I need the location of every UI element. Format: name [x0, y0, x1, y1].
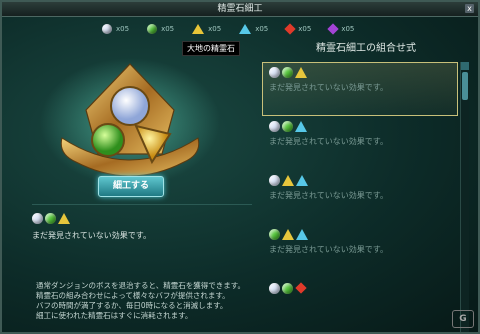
- green-gem-icon: [282, 67, 293, 78]
- gem-count-green-gem: x05: [147, 24, 174, 34]
- gem-count: x05: [116, 25, 130, 33]
- green-gem-icon: [269, 229, 280, 240]
- combination-item[interactable]: まだ発見されていない効果です。: [262, 224, 458, 278]
- yellow-gem-icon: [295, 67, 307, 78]
- combination-list[interactable]: まだ発見されていない効果です。 まだ発見されていない効果です。 まだ発見されていない…: [262, 62, 458, 332]
- scrollbar-thumb[interactable]: [462, 72, 468, 100]
- green-gem-icon: [147, 24, 158, 34]
- purple-gem-icon: [327, 23, 339, 35]
- title-bar: 精霊石細工 x: [2, 2, 478, 17]
- yellow-gem-icon: [192, 24, 205, 34]
- info-line: 通常ダンジョンのボスを退治すると、精霊石を獲得できます。: [36, 281, 245, 290]
- info-line: 精霊石の組み合わせによって様々なバフが提供されます。: [36, 291, 230, 300]
- combination-effect-text: まだ発見されていない効果です。: [269, 83, 388, 92]
- scroll-up-arrow-icon[interactable]: [461, 62, 469, 70]
- green-gem-icon: [282, 283, 293, 294]
- combination-item[interactable]: まだ発見されていない効果です。: [262, 170, 458, 224]
- gem-count-white-gem: x05: [102, 24, 129, 34]
- combination-effect-text: まだ発見されていない効果です。: [269, 137, 388, 146]
- combination-effect-text: まだ発見されていない効果です。: [269, 245, 388, 254]
- gem-count: x05: [255, 25, 269, 33]
- combination-icons: [269, 282, 451, 294]
- info-line: 細工に使われた精霊石はすぐに消耗されます。: [36, 311, 193, 320]
- current-effect-text: まだ発見されていない効果です。: [32, 231, 151, 240]
- window-title: 精霊石細工: [217, 4, 263, 14]
- combination-scrollbar[interactable]: [460, 62, 469, 332]
- info-text: 通常ダンジョンのボスを退治すると、精霊石を獲得できます。 精霊石の組み合わせによ…: [36, 281, 256, 321]
- blue-gem-icon: [295, 121, 307, 132]
- gem-count-blue-gem: x05: [239, 24, 268, 34]
- gem-count-yellow-gem: x05: [192, 24, 221, 34]
- red-gem-icon: [284, 23, 296, 35]
- white-gem-icon: [269, 175, 280, 186]
- combination-icons: [269, 175, 451, 186]
- yellow-gem-icon: [282, 229, 294, 240]
- green-gem-icon: [45, 213, 56, 224]
- gem-count-purple-gem: x05: [327, 23, 355, 35]
- gem-count: x05: [208, 25, 222, 33]
- combination-icons: [269, 229, 451, 240]
- white-gem-icon: [102, 24, 112, 34]
- white-gem-icon: [269, 283, 280, 294]
- yellow-gem-icon: [58, 213, 70, 224]
- blue-gem-icon: [239, 24, 252, 34]
- close-button[interactable]: x: [465, 4, 474, 13]
- combination-item[interactable]: まだ発見されていない効果です。: [262, 62, 458, 116]
- combination-item[interactable]: [262, 278, 458, 332]
- combination-icons: [269, 121, 451, 132]
- info-line: バフの時間が満了するか、毎日0時になると消滅します。: [36, 301, 228, 310]
- watermark-logo: G: [452, 310, 474, 328]
- blue-gem-icon: [296, 175, 308, 186]
- blue-gem-icon: [296, 229, 308, 240]
- white-gem-icon: [269, 121, 280, 132]
- combination-icons: [269, 67, 451, 78]
- gem-count-red-gem: x05: [284, 23, 312, 35]
- combination-panel-title: 精霊石細工の組合せ式: [316, 43, 416, 54]
- gem-inventory-bar: x05 x05 x05 x05 x05 x05: [102, 20, 354, 38]
- current-effect-panel: まだ発見されていない効果です。: [32, 204, 252, 277]
- red-gem-icon: [295, 282, 307, 294]
- gem-count: x05: [161, 25, 175, 33]
- gem-count: x05: [298, 25, 312, 33]
- crafting-window: 精霊石細工 x x05 x05 x05 x05 x05 x05 大地の精霊石 細工する: [0, 0, 480, 334]
- white-gem-icon: [32, 213, 43, 224]
- white-gem-icon: [269, 67, 280, 78]
- combination-panel: 精霊石細工の組合せ式 まだ発見されていない効果です。 まだ発見されていない効果です…: [262, 40, 470, 332]
- current-combo-icons: [32, 213, 252, 224]
- combination-item[interactable]: まだ発見されていない効果です。: [262, 116, 458, 170]
- yellow-gem-icon: [282, 175, 294, 186]
- craft-button[interactable]: 細工する: [98, 176, 164, 197]
- combination-effect-text: まだ発見されていない効果です。: [269, 191, 388, 200]
- green-gem-icon: [282, 121, 293, 132]
- gem-count: x05: [341, 25, 355, 33]
